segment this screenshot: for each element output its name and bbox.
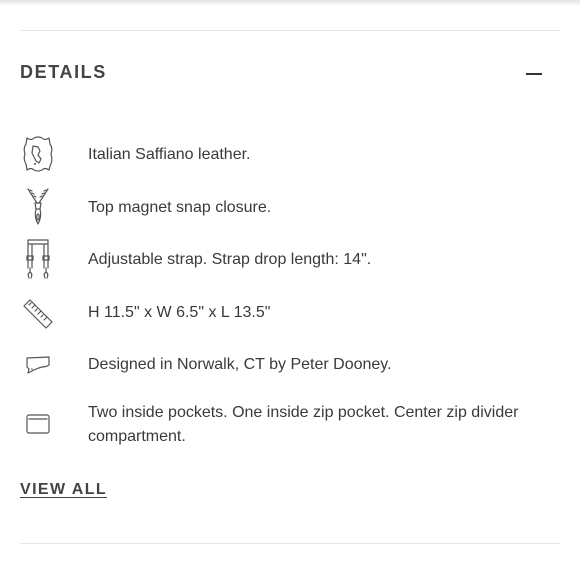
detail-text: Top magnet snap closure. (88, 199, 272, 216)
top-divider (20, 30, 560, 31)
connecticut-map-icon (20, 345, 56, 385)
detail-text: H 11.5" x W 6.5" x L 13.5" (88, 304, 271, 321)
detail-text: Italian Saffiano leather. (88, 146, 251, 163)
zipper-pull-icon (20, 187, 56, 227)
minus-icon[interactable] (526, 73, 542, 75)
details-header[interactable]: DETAILS (20, 62, 560, 88)
detail-text: Two inside pockets. One inside zip pocke… (88, 404, 519, 445)
section-title: DETAILS (20, 62, 107, 82)
top-shadow (0, 0, 580, 6)
ruler-icon (20, 292, 56, 332)
detail-text: Adjustable strap. Strap drop length: 14"… (88, 251, 372, 268)
strap-icon (20, 238, 56, 279)
leather-hide-icon (20, 134, 56, 174)
view-all-link[interactable]: VIEW ALL (20, 481, 107, 499)
bottom-divider (20, 543, 560, 544)
detail-text: Designed in Norwalk, CT by Peter Dooney. (88, 356, 392, 373)
pocket-icon (20, 401, 56, 441)
